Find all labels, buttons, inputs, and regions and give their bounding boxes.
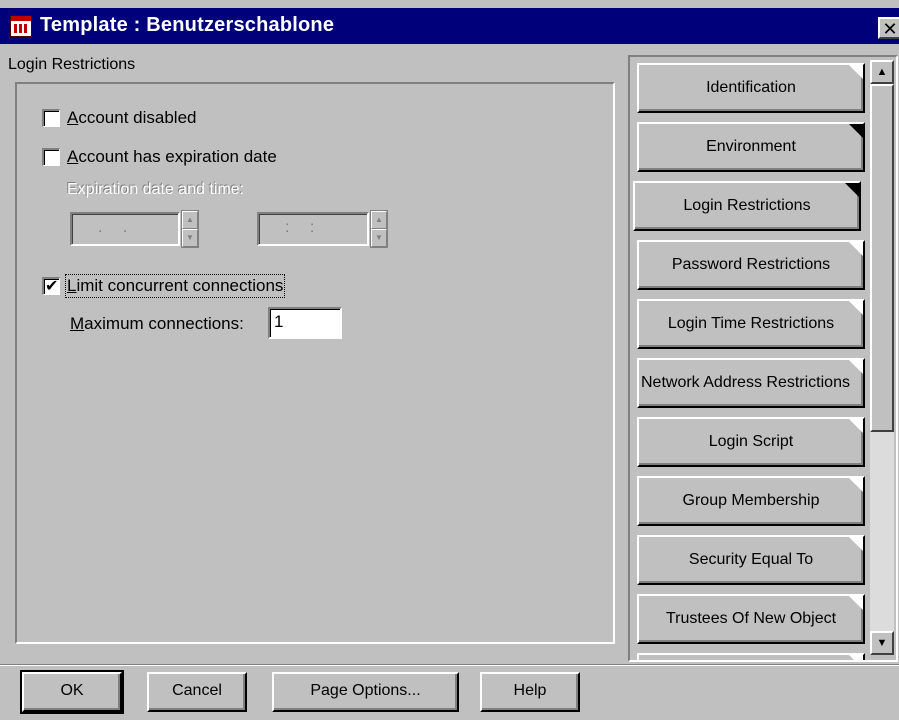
account-disabled-label[interactable]: Account disabled bbox=[67, 108, 196, 128]
spin-up-icon[interactable]: ▲ bbox=[371, 211, 387, 229]
dialog-window: Template : Benutzerschablone ✕ Login Res… bbox=[0, 0, 899, 720]
account-expiration-label[interactable]: Account has expiration date bbox=[67, 147, 277, 167]
page-options-button[interactable]: Page Options... bbox=[272, 672, 459, 712]
account-expiration-checkbox[interactable] bbox=[42, 148, 60, 166]
close-icon[interactable]: ✕ bbox=[878, 17, 899, 39]
tab-network-address-restrictions[interactable]: Network Address Restrictions bbox=[637, 358, 865, 408]
title-bar[interactable]: Template : Benutzerschablone ✕ bbox=[0, 8, 899, 44]
expiration-date-label: Expiration date and time: bbox=[67, 181, 244, 198]
tab-environment[interactable]: Environment bbox=[637, 122, 865, 172]
scrollbar-thumb[interactable] bbox=[870, 84, 894, 432]
tab-security-equal-to[interactable]: Security Equal To bbox=[637, 535, 865, 585]
scroll-down-icon[interactable]: ▼ bbox=[870, 631, 894, 655]
tab-next-partial[interactable] bbox=[637, 653, 865, 660]
window-title: Template : Benutzerschablone bbox=[40, 14, 335, 36]
spin-down-icon[interactable]: ▼ bbox=[182, 229, 198, 247]
page-tab-list: Identification Environment Login Restric… bbox=[628, 55, 898, 662]
date-spinner[interactable]: ▲ ▼ bbox=[181, 210, 199, 248]
tab-login-script[interactable]: Login Script bbox=[637, 417, 865, 467]
max-connections-label: Maximum connections: bbox=[70, 314, 244, 333]
tabs-scrollbar[interactable]: ▲ ▼ bbox=[870, 60, 894, 655]
help-button[interactable]: Help bbox=[480, 672, 580, 712]
max-connections-input[interactable]: 1 bbox=[268, 307, 342, 339]
limit-connections-checkbox[interactable] bbox=[42, 276, 60, 296]
footer-divider bbox=[0, 664, 899, 666]
expiration-time-field[interactable]: : : bbox=[257, 212, 369, 246]
cancel-button[interactable]: Cancel bbox=[147, 672, 247, 712]
tab-identification[interactable]: Identification bbox=[637, 63, 865, 113]
account-disabled-checkbox[interactable] bbox=[42, 109, 60, 127]
account-expiration-row[interactable]: Account has expiration date bbox=[42, 147, 277, 167]
account-disabled-row[interactable]: Account disabled bbox=[42, 108, 196, 128]
ok-button[interactable]: OK bbox=[20, 670, 124, 714]
tab-group-membership[interactable]: Group Membership bbox=[637, 476, 865, 526]
time-spinner[interactable]: ▲ ▼ bbox=[370, 210, 388, 248]
scroll-up-icon[interactable]: ▲ bbox=[870, 60, 894, 84]
tab-password-restrictions[interactable]: Password Restrictions bbox=[637, 240, 865, 290]
template-icon bbox=[10, 15, 32, 37]
expiration-date-field[interactable]: . . bbox=[70, 212, 180, 246]
limit-connections-row[interactable]: Limit concurrent connections bbox=[42, 274, 286, 298]
tab-trustees-of-new-object[interactable]: Trustees Of New Object bbox=[637, 594, 865, 644]
tab-login-time-restrictions[interactable]: Login Time Restrictions bbox=[637, 299, 865, 349]
spin-up-icon[interactable]: ▲ bbox=[182, 211, 198, 229]
limit-connections-label[interactable]: Limit concurrent connections bbox=[64, 274, 286, 298]
spin-down-icon[interactable]: ▼ bbox=[371, 229, 387, 247]
page-title: Login Restrictions bbox=[8, 56, 136, 73]
tab-login-restrictions[interactable]: Login Restrictions bbox=[633, 181, 861, 231]
